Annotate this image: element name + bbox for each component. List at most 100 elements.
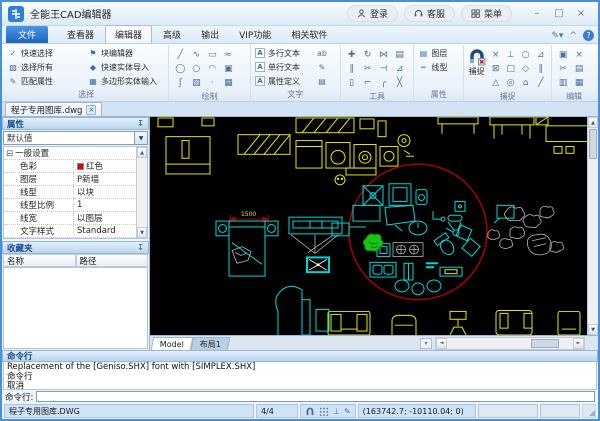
snap-nearest-icon[interactable]: ⊿ — [534, 48, 547, 61]
cad-drawing[interactable]: 1500 — [150, 117, 587, 335]
file-menu-button[interactable]: 文件 — [6, 26, 49, 43]
customer-service-button[interactable]: 客服 — [403, 5, 455, 22]
ribbon-tab[interactable]: VIP功能 — [230, 26, 280, 43]
property-row[interactable]: 线宽 以图层 — [4, 212, 136, 225]
snap-quadrant-icon[interactable]: ◇ — [519, 62, 532, 75]
hatch-icon[interactable]: ▨ — [189, 76, 203, 89]
trim-icon[interactable]: ✂ — [361, 62, 375, 75]
paste-block-icon[interactable]: ▦ — [572, 76, 586, 89]
ribbon-tab[interactable]: 查看器 — [58, 26, 103, 43]
cut-icon[interactable]: ✂ — [556, 62, 570, 75]
paste-icon[interactable]: ▤ — [572, 62, 586, 75]
circle-icon[interactable]: ◯ — [173, 62, 187, 75]
yellow-appliance-blocks[interactable] — [157, 117, 587, 186]
snap-extension-icon[interactable]: ╱ — [534, 76, 547, 89]
spell-check-icon[interactable]: ab — [315, 46, 329, 60]
property-row[interactable]: 图层 P新墙 — [4, 173, 136, 186]
spline-icon[interactable]: ʃ — [173, 76, 187, 89]
move-icon[interactable]: ✚ — [345, 48, 359, 61]
break-icon[interactable]: ▯ — [345, 76, 359, 89]
offset-icon[interactable]: ∥ — [345, 62, 359, 75]
quick-select-button[interactable]: ✓ 快速选择 — [6, 46, 86, 60]
menu-button[interactable]: 菜单 — [460, 5, 512, 22]
scale-icon[interactable]: ⊿ — [393, 62, 407, 75]
style-toggle-icon[interactable]: ✎ — [344, 407, 351, 416]
document-close-icon[interactable]: × — [86, 104, 97, 115]
quick-edit-icon[interactable]: ✎▾ — [551, 31, 563, 41]
layout1-tab[interactable]: 布局1 — [190, 336, 231, 350]
property-row[interactable]: ⊟ 一般设置 — [4, 147, 136, 160]
rectangle-icon[interactable]: ▭ — [205, 48, 219, 61]
horizontal-scroll-thumb[interactable] — [531, 338, 559, 348]
copy-base-icon[interactable]: ▥ — [556, 76, 570, 89]
property-row[interactable]: 文字样式 Standard — [4, 225, 136, 238]
explode-icon[interactable]: ╳ — [393, 76, 407, 89]
snap-toggle-icon[interactable] — [305, 406, 315, 416]
scroll-down-icon[interactable]: ▼ — [588, 324, 598, 335]
property-scrollbar[interactable]: ▲ ▼ — [136, 147, 147, 238]
fillet-icon[interactable]: ╭ — [377, 76, 391, 89]
snap-perpendicular-icon[interactable]: ⊥ — [504, 48, 517, 61]
collapse-ribbon-icon[interactable]: ^ — [569, 31, 577, 41]
revision-cloud-icon[interactable]: ≈ — [221, 48, 235, 61]
snap-tangent-icon[interactable]: ⌂ — [519, 76, 532, 89]
delete-icon[interactable]: × — [572, 48, 586, 61]
favorites-list[interactable] — [3, 267, 148, 349]
polyline-icon[interactable]: ∿ — [189, 48, 203, 61]
minimize-button[interactable]: – — [526, 5, 548, 22]
pin-icon[interactable]: ↧ — [137, 119, 144, 128]
snap-intersection-icon[interactable]: × — [489, 48, 502, 61]
scroll-up-icon[interactable]: ▲ — [588, 117, 598, 128]
multiline-text-button[interactable]: A 多行文本 — [253, 46, 315, 60]
maximize-button[interactable]: □ — [548, 5, 570, 22]
cyan-furniture-blocks[interactable] — [215, 183, 515, 335]
favorites-column-header[interactable]: 路径 — [75, 254, 148, 267]
command-history[interactable]: Replacement of the [Geniso.SHX] font wit… — [3, 362, 597, 390]
close-button[interactable]: × — [570, 5, 592, 22]
block-editor-button[interactable]: ⚑ 块编辑器 — [86, 46, 159, 60]
chevron-down-icon[interactable]: ▼ — [134, 132, 147, 144]
rotate-icon[interactable]: ↻ — [361, 48, 375, 61]
field-icon[interactable]: ▤ — [315, 74, 329, 88]
property-row[interactable]: 色彩 红色 — [4, 160, 136, 173]
property-row[interactable]: 线型 以块 — [4, 186, 136, 199]
ribbon-tab[interactable]: 高级 — [154, 26, 190, 43]
snap-midpoint-icon[interactable]: △ — [489, 76, 502, 89]
pin-icon[interactable]: ↧ — [137, 243, 144, 252]
vertical-scroll-thumb[interactable] — [589, 129, 597, 159]
match-properties-button[interactable]: ✎ 匹配属性 — [6, 74, 86, 88]
snap-node-icon[interactable]: □ — [504, 62, 517, 75]
red-selection-circle[interactable] — [228, 163, 488, 301]
grid-toggle-icon[interactable] — [319, 406, 329, 416]
array-icon[interactable]: ▤ — [393, 48, 407, 61]
ribbon-tab[interactable]: 输出 — [192, 26, 228, 43]
snap-endpoint-icon[interactable]: ⊠ — [489, 62, 502, 75]
layout-menu-icon[interactable]: ▾ — [420, 337, 432, 349]
yellow-chair-blocks[interactable] — [327, 309, 581, 335]
line-icon[interactable]: ╱ — [173, 48, 187, 61]
snap-insertion-icon[interactable]: ◎ — [504, 76, 517, 89]
extend-icon[interactable]: ⊣ — [377, 62, 391, 75]
point-icon[interactable]: · — [205, 76, 219, 89]
copy-icon[interactable]: ▣ — [556, 48, 570, 61]
property-row[interactable]: 线型比例 1 — [4, 199, 136, 212]
attribute-definition-button[interactable]: A 属性定义 — [253, 74, 315, 88]
preset-dropdown[interactable]: 默认值 ▼ — [3, 131, 148, 145]
document-tab[interactable]: 程子专用图库.dwg × — [5, 102, 103, 116]
scroll-up-icon[interactable]: ▲ — [137, 147, 147, 158]
polygon-entity-input-button[interactable]: ▦ 多边形实体输入 — [86, 74, 159, 88]
canvas-area[interactable]: 1500 ▲ ▼ Model 布局1 ▾ ◄ ► — [150, 117, 598, 350]
select-all-button[interactable]: ▧ 选择所有 — [6, 60, 86, 74]
ellipse-icon[interactable]: ○ — [189, 62, 203, 75]
ortho-toggle-icon[interactable]: ⊥ — [333, 407, 340, 416]
join-icon[interactable]: ⌐ — [361, 76, 375, 89]
help-icon[interactable]: ? — [583, 30, 594, 41]
ribbon-tab[interactable]: 相关软件 — [282, 26, 336, 43]
layer-button[interactable]: ▤ 图层 — [416, 46, 449, 60]
login-button[interactable]: 登录 — [346, 5, 398, 22]
snap-master-button[interactable]: 捕捉 — [466, 46, 487, 77]
table-icon[interactable]: ▦ — [221, 76, 235, 89]
arc-icon[interactable]: ◠ — [205, 62, 219, 75]
scroll-left-icon[interactable]: ◄ — [436, 337, 447, 349]
insert-block-icon[interactable]: ▣ — [221, 62, 235, 75]
